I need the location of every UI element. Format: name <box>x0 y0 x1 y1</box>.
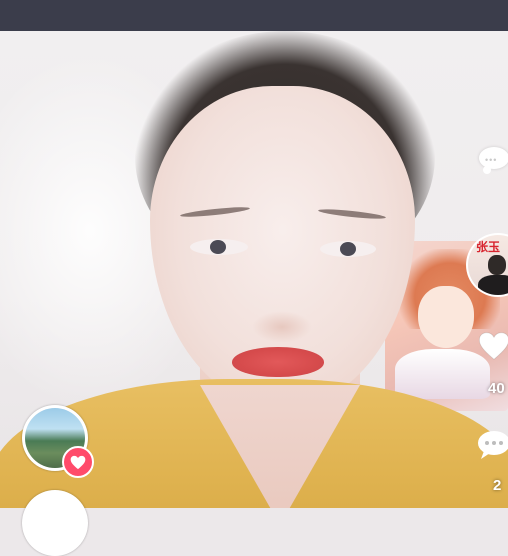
chat-bubble-icon[interactable]: ••• <box>476 141 508 175</box>
heart-shape <box>478 332 508 360</box>
comment-icon[interactable] <box>476 428 508 462</box>
comment-count: 2 <box>493 477 502 494</box>
right-eye <box>320 241 376 257</box>
avatar-badge-text: 张玉 <box>476 240 501 254</box>
left-eye <box>190 239 248 255</box>
poster-face <box>418 286 474 348</box>
person-nose <box>252 311 312 343</box>
avatar-image: 张玉 <box>468 235 508 295</box>
heart-icon[interactable] <box>478 330 508 362</box>
heart-badge-icon[interactable] <box>62 446 94 478</box>
like-count: 40 <box>488 380 505 397</box>
person-lips <box>232 347 324 377</box>
poster-collar <box>395 349 490 399</box>
second-thumbnail[interactable] <box>22 490 88 556</box>
comment-bubble-shape <box>478 431 508 459</box>
status-bar <box>0 0 508 31</box>
